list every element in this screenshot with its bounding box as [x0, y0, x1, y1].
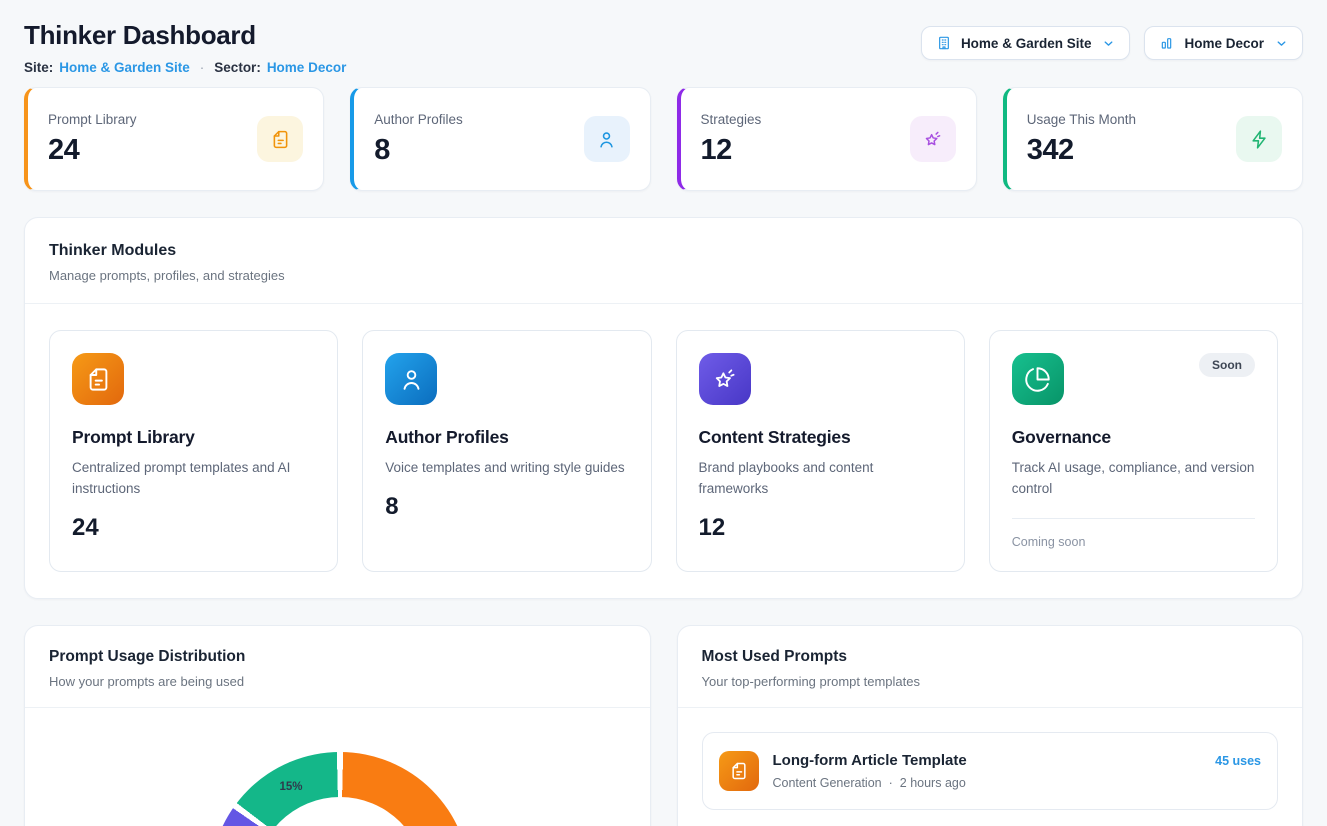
- stat-label: Strategies: [701, 112, 762, 127]
- stat-value: 24: [48, 134, 137, 167]
- chevron-down-icon: [1275, 37, 1288, 50]
- prompt-item-meta: Content Generation · 2 hours ago: [773, 776, 1202, 790]
- module-title: Governance: [1012, 427, 1255, 448]
- user-icon: [584, 116, 630, 162]
- stat-value: 12: [701, 134, 762, 167]
- module-description: Voice templates and writing style guides: [385, 458, 628, 479]
- prompts-card-header: Most Used Prompts Your top-performing pr…: [678, 626, 1303, 708]
- sparkle-star-icon: [910, 116, 956, 162]
- most-used-prompts-card: Most Used Prompts Your top-performing pr…: [677, 625, 1304, 826]
- sector-link[interactable]: Home Decor: [267, 60, 347, 75]
- prompt-item-title: Long-form Article Template: [773, 752, 1202, 769]
- sector-label: Sector:: [214, 60, 261, 75]
- prompt-item-text: Long-form Article Template Content Gener…: [773, 752, 1202, 790]
- panel-subtitle: Manage prompts, profiles, and strategies: [49, 268, 1278, 283]
- panel-title: Thinker Modules: [49, 242, 1278, 260]
- module-count: 8: [385, 493, 628, 521]
- thinker-modules-panel: Thinker Modules Manage prompts, profiles…: [24, 217, 1303, 599]
- site-selector-button[interactable]: Home & Garden Site: [921, 26, 1131, 60]
- bottom-row: Prompt Usage Distribution How your promp…: [24, 625, 1303, 826]
- module-count: 12: [699, 514, 942, 542]
- usage-donut-chart: 15%: [210, 752, 470, 826]
- panel-header: Thinker Modules Manage prompts, profiles…: [25, 218, 1302, 304]
- module-count: 24: [72, 514, 315, 542]
- module-card-governance: Soon Governance Track AI usage, complian…: [989, 330, 1278, 572]
- stat-cards-row: Prompt Library 24 Author Profiles 8 Stra…: [24, 87, 1303, 191]
- prompts-card-title: Most Used Prompts: [702, 648, 1279, 666]
- stat-info: Usage This Month 342: [1027, 112, 1136, 167]
- sparkle-star-icon: [699, 353, 751, 405]
- donut-hole: [255, 797, 425, 826]
- site-sector-subline: Site: Home & Garden Site · Sector: Home …: [24, 60, 346, 75]
- modules-grid: Prompt Library Centralized prompt templa…: [25, 304, 1302, 598]
- file-text-icon: [719, 751, 759, 791]
- bar-chart-icon: [1159, 35, 1175, 51]
- module-description: Brand playbooks and content frameworks: [699, 458, 942, 500]
- module-title: Author Profiles: [385, 427, 628, 448]
- pie-chart-icon: [1012, 353, 1064, 405]
- donut-segment-label: 15%: [279, 781, 302, 793]
- module-description: Track AI usage, compliance, and version …: [1012, 458, 1255, 500]
- header-left: Thinker Dashboard Site: Home & Garden Si…: [24, 20, 346, 75]
- site-selector-label: Home & Garden Site: [961, 36, 1092, 51]
- module-title: Prompt Library: [72, 427, 315, 448]
- separator-dot: ·: [200, 60, 205, 75]
- usage-card-subtitle: How your prompts are being used: [49, 674, 626, 689]
- stat-card-strategies: Strategies 12: [677, 87, 977, 191]
- prompt-item-uses-badge: 45 uses: [1215, 754, 1261, 768]
- site-link[interactable]: Home & Garden Site: [59, 60, 190, 75]
- site-label: Site:: [24, 60, 53, 75]
- prompts-card-subtitle: Your top-performing prompt templates: [702, 674, 1279, 689]
- module-description: Centralized prompt templates and AI inst…: [72, 458, 315, 500]
- building-icon: [936, 35, 952, 51]
- module-card-content-strategies[interactable]: Content Strategies Brand playbooks and c…: [676, 330, 965, 572]
- stat-info: Author Profiles 8: [374, 112, 463, 167]
- usage-card-header: Prompt Usage Distribution How your promp…: [25, 626, 650, 708]
- prompt-item-category: Content Generation: [773, 776, 882, 790]
- separator-dot: ·: [889, 776, 893, 790]
- stat-card-prompt-library: Prompt Library 24: [24, 87, 324, 191]
- stat-info: Prompt Library 24: [48, 112, 137, 167]
- module-card-author-profiles[interactable]: Author Profiles Voice templates and writ…: [362, 330, 651, 572]
- page-title: Thinker Dashboard: [24, 20, 346, 51]
- sector-selector-label: Home Decor: [1184, 36, 1264, 51]
- prompt-item-time: 2 hours ago: [900, 776, 966, 790]
- stat-card-usage: Usage This Month 342: [1003, 87, 1303, 191]
- usage-card-title: Prompt Usage Distribution: [49, 648, 626, 666]
- file-text-icon: [72, 353, 124, 405]
- header-selectors: Home & Garden Site Home Decor: [921, 26, 1303, 60]
- stat-label: Prompt Library: [48, 112, 137, 127]
- zap-icon: [1236, 116, 1282, 162]
- stat-label: Usage This Month: [1027, 112, 1136, 127]
- page-header: Thinker Dashboard Site: Home & Garden Si…: [24, 20, 1303, 75]
- file-text-icon: [257, 116, 303, 162]
- chevron-down-icon: [1102, 37, 1115, 50]
- user-icon: [385, 353, 437, 405]
- sector-selector-button[interactable]: Home Decor: [1144, 26, 1303, 60]
- stat-card-author-profiles: Author Profiles 8: [350, 87, 650, 191]
- prompt-usage-card: Prompt Usage Distribution How your promp…: [24, 625, 651, 826]
- prompt-list-item[interactable]: Long-form Article Template Content Gener…: [702, 732, 1279, 810]
- stat-info: Strategies 12: [701, 112, 762, 167]
- soon-badge: Soon: [1199, 353, 1255, 377]
- module-card-prompt-library[interactable]: Prompt Library Centralized prompt templa…: [49, 330, 338, 572]
- dashboard-page: Thinker Dashboard Site: Home & Garden Si…: [0, 0, 1327, 826]
- stat-label: Author Profiles: [374, 112, 463, 127]
- stat-value: 8: [374, 134, 463, 167]
- stat-value: 342: [1027, 134, 1136, 167]
- coming-soon-text: Coming soon: [1012, 518, 1255, 549]
- module-title: Content Strategies: [699, 427, 942, 448]
